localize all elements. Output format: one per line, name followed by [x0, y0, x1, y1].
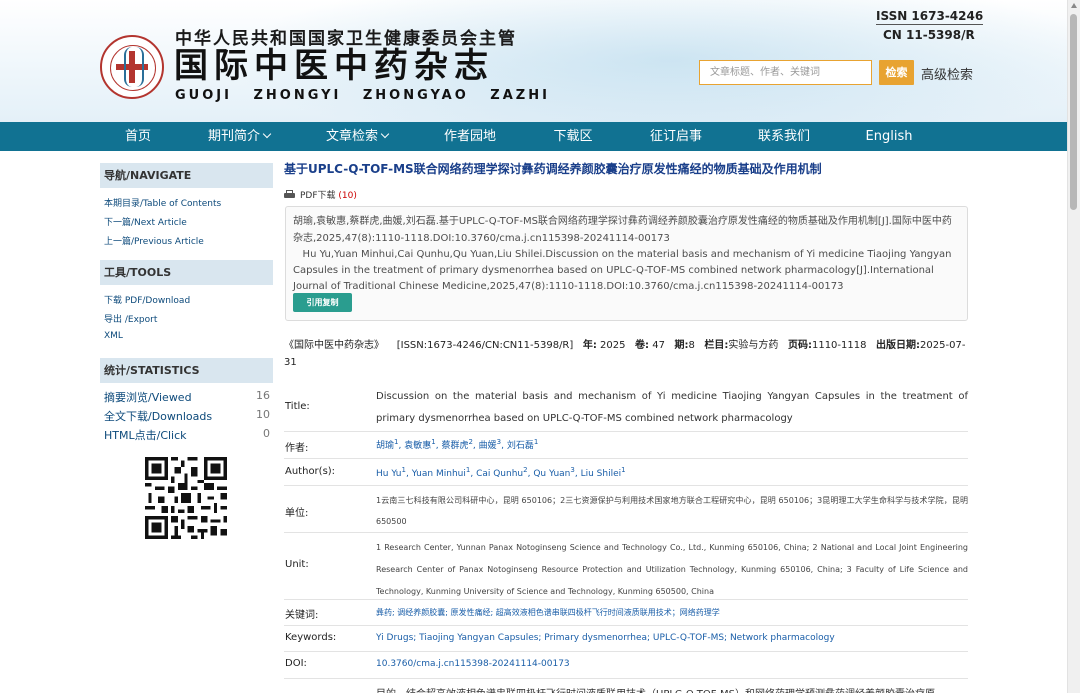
sidebar-link-xml[interactable]: XML [104, 331, 123, 341]
stat-downloads: 全文下载/Downloads 10 [104, 408, 270, 423]
row-abstract: 目的 结合超高效液相色谱串联四极杆飞行时间液质联用技术（UPLC-Q-TOF-M… [284, 679, 968, 693]
journal-title-cn[interactable]: 国际中医中药杂志 [174, 46, 494, 86]
doi-link[interactable]: 10.3760/cma.j.cn115398-20241114-00173 [376, 659, 968, 669]
society-logo-icon[interactable] [100, 35, 164, 99]
page: 中华人民共和国国家卫生健康委员会主管 国际中医中药杂志 GUOJI ZHONGY… [0, 0, 1068, 693]
publication-meta: 《国际中医中药杂志》 [ISSN:1673-4246/CN:CN11-5398/… [284, 340, 966, 368]
qr-code-icon [145, 457, 227, 539]
journal-title-pinyin: GUOJI ZHONGYI ZHONGYAO ZAZHI [175, 88, 550, 103]
nav-subscription[interactable]: 征订启事 [646, 122, 706, 151]
row-doi: DOI: 10.3760/cma.j.cn115398-20241114-001… [284, 652, 968, 679]
issn-label: ISSN 1673-4246 [876, 9, 984, 25]
article-title: 基于UPLC-Q-TOF-MS联合网络药理学探讨彝药调经养颜胶囊治疗原发性痛经的… [284, 162, 822, 176]
copy-citation-button[interactable]: 引用复制 [293, 293, 352, 312]
advanced-search-link[interactable]: 高级检索 [921, 64, 973, 83]
site-header: 中华人民共和国国家卫生健康委员会主管 国际中医中药杂志 GUOJI ZHONGY… [0, 0, 1068, 122]
sidebar-link-toc[interactable]: 本期目录/Table of Contents [104, 196, 221, 209]
nav-downloads[interactable]: 下载区 [550, 122, 596, 151]
row-keywords-cn: 关键词: 彝药; 调经养颜胶囊; 原发性痛经; 超高效液相色谱串联四极杆飞行时间… [284, 600, 968, 626]
page-scrollbar[interactable] [1067, 0, 1080, 693]
row-unit-en: Unit: 1 Research Center, Yunnan Panax No… [284, 533, 968, 600]
keywords-en[interactable]: Yi Drugs; Tiaojing Yangyan Capsules; Pri… [376, 633, 968, 643]
authors-en[interactable]: Hu Yu1, Yuan Minhui1, Cai Qunhu2, Qu Yua… [376, 466, 968, 479]
citation-en: Hu Yu,Yuan Minhui,Cai Qunhu,Qu Yuan,Liu … [293, 249, 952, 292]
search-input[interactable]: 文章标题、作者、关键词 [699, 60, 872, 85]
sidebar-link-download-pdf[interactable]: 下载 PDF/Download [104, 293, 190, 306]
pdf-download-link[interactable]: PDF下载 (10) [284, 188, 357, 201]
sidebar-stats-heading: 统计/STATISTICS [100, 358, 273, 383]
unit-en: 1 Research Center, Yunnan Panax Notogins… [376, 543, 968, 596]
nav-article-search[interactable]: 文章检索 [322, 122, 392, 151]
row-authors-en: Author(s): Hu Yu1, Yuan Minhui1, Cai Qun… [284, 459, 968, 486]
nav-journal-intro[interactable]: 期刊简介 [204, 122, 274, 151]
row-authors-cn: 作者: 胡瑜1, 袁敏惠1, 蔡群虎2, 曲媛3, 刘石磊1 [284, 432, 968, 459]
row-unit-cn: 单位: 1云南三七科技有限公司科研中心，昆明 650106；2三七资源保护与利用… [284, 486, 968, 533]
stat-html-click: HTML点击/Click 0 [104, 427, 270, 442]
sidebar-link-next[interactable]: 下一篇/Next Article [104, 215, 187, 228]
search-button[interactable]: 检索 [879, 60, 914, 85]
scroll-up-arrow-icon[interactable] [1071, 3, 1077, 8]
pdf-download-icon [284, 190, 295, 199]
nav-author-center[interactable]: 作者园地 [440, 122, 500, 151]
citation-cn: 胡瑜,袁敏惠,蔡群虎,曲媛,刘石磊.基于UPLC-Q-TOF-MS联合网络药理学… [293, 216, 952, 244]
citation-box: 胡瑜,袁敏惠,蔡群虎,曲媛,刘石磊.基于UPLC-Q-TOF-MS联合网络药理学… [285, 206, 968, 321]
keywords-cn[interactable]: 彝药; 调经养颜胶囊; 原发性痛经; 超高效液相色谱串联四极杆飞行时间液质联用技… [376, 607, 968, 618]
nav-english[interactable]: English [862, 122, 916, 151]
row-keywords-en: Keywords: Yi Drugs; Tiaojing Yangyan Cap… [284, 626, 968, 652]
title-en: Discussion on the material basis and mec… [376, 391, 968, 424]
chevron-down-icon [380, 129, 390, 139]
abstract-partial: 目的 结合超高效液相色谱串联四极杆飞行时间液质联用技术（UPLC-Q-TOF-M… [376, 685, 968, 693]
authors-cn[interactable]: 胡瑜1, 袁敏惠1, 蔡群虎2, 曲媛3, 刘石磊1 [376, 438, 968, 451]
nav-contact[interactable]: 联系我们 [754, 122, 814, 151]
unit-cn: 1云南三七科技有限公司科研中心，昆明 650106；2三七资源保护与利用技术国家… [376, 496, 968, 526]
sidebar-tools-heading: 工具/TOOLS [100, 260, 273, 285]
sidebar-navigate-heading: 导航/NAVIGATE [100, 163, 273, 188]
main-nav: 首页 期刊简介 文章检索 作者园地 下载区 征订启事 联系我们 English [0, 122, 1068, 151]
nav-home[interactable]: 首页 [120, 122, 156, 151]
sidebar-link-previous[interactable]: 上一篇/Previous Article [104, 234, 204, 247]
cn-label: CN 11-5398/R [883, 28, 975, 42]
row-title-en: Title: Discussion on the material basis … [284, 381, 968, 432]
stat-viewed: 摘要浏览/Viewed 16 [104, 389, 270, 404]
scrollbar-thumb[interactable] [1070, 14, 1077, 210]
sidebar-link-export[interactable]: 导出 /Export [104, 312, 157, 325]
chevron-down-icon [262, 129, 272, 139]
